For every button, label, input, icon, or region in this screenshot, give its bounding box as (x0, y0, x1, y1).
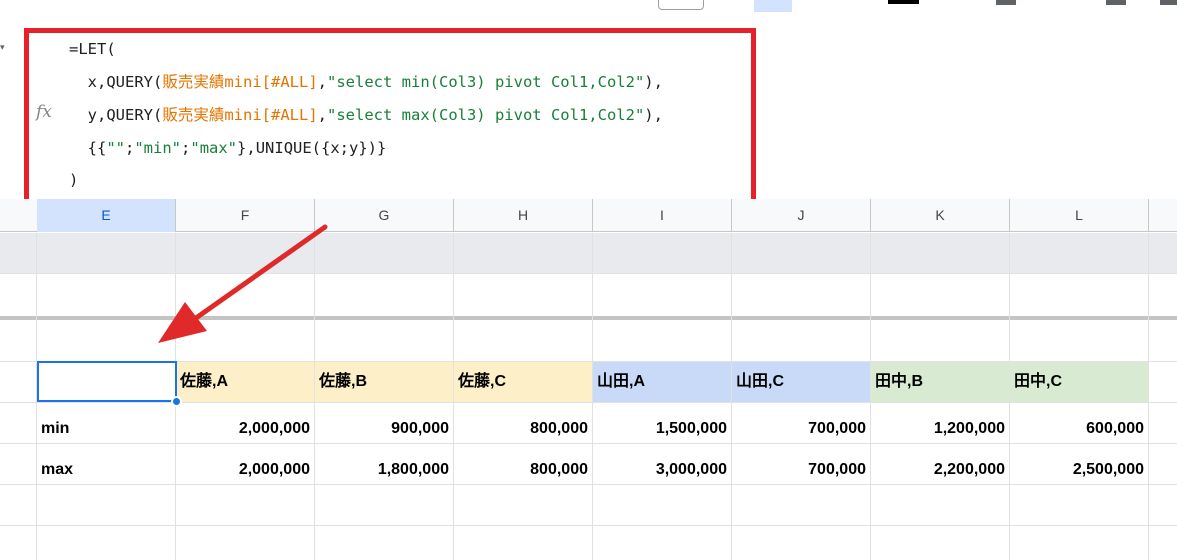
toolbar-active-button[interactable] (754, 0, 792, 12)
column-header-f[interactable]: F (176, 199, 315, 232)
row-gridline (0, 273, 1177, 274)
row-gridline (0, 525, 1177, 526)
table-header-cell[interactable]: 田中,C (1010, 362, 1148, 402)
name-box-chevron-icon[interactable]: ▾ (0, 42, 5, 53)
value-cell[interactable]: 2,500,000 (1010, 450, 1148, 490)
column-header-i[interactable]: I (593, 199, 732, 232)
value-cell[interactable]: 600,000 (1010, 409, 1148, 449)
table-header-cell[interactable]: 佐藤,A (176, 362, 314, 402)
text-color-swatch[interactable] (888, 0, 919, 4)
toolbar (0, 0, 1177, 12)
value-cell[interactable]: 1,800,000 (315, 450, 453, 490)
table-header-cell[interactable]: 山田,C (732, 362, 870, 402)
column-header-l[interactable]: L (1010, 199, 1149, 232)
wrap-icon[interactable] (1160, 0, 1177, 5)
value-cell[interactable]: 900,000 (315, 409, 453, 449)
row-label-cell[interactable]: min (37, 409, 175, 449)
column-header-k[interactable]: K (871, 199, 1010, 232)
frozen-row-band (0, 233, 1177, 273)
borders-icon[interactable] (996, 0, 1016, 5)
value-cell[interactable]: 1,500,000 (593, 409, 731, 449)
column-header-g[interactable]: G (315, 199, 454, 232)
fill-handle[interactable] (171, 396, 182, 407)
freeze-divider[interactable] (0, 316, 1177, 320)
value-cell[interactable]: 800,000 (454, 409, 592, 449)
row-label-cell[interactable]: max (37, 450, 175, 490)
table-header-cell[interactable]: 田中,B (871, 362, 1009, 402)
value-cell[interactable]: 700,000 (732, 450, 870, 490)
column-header-e[interactable]: E (37, 199, 176, 232)
value-cell[interactable]: 2,200,000 (871, 450, 1009, 490)
selected-cell[interactable] (37, 361, 177, 402)
value-cell[interactable]: 700,000 (732, 409, 870, 449)
table-header-cell[interactable]: 山田,A (593, 362, 731, 402)
value-cell[interactable]: 800,000 (454, 450, 592, 490)
arrow-head (158, 302, 207, 343)
column-header-j[interactable]: J (732, 199, 871, 232)
font-size-box[interactable] (658, 0, 704, 10)
column-header-h[interactable]: H (454, 199, 593, 232)
value-cell[interactable]: 2,000,000 (176, 450, 314, 490)
table-header-cell[interactable]: 佐藤,B (315, 362, 453, 402)
value-cell[interactable]: 1,200,000 (871, 409, 1009, 449)
value-cell[interactable]: 3,000,000 (593, 450, 731, 490)
align-icon[interactable] (1106, 0, 1126, 5)
value-cell[interactable]: 2,000,000 (176, 409, 314, 449)
highlight-box (24, 28, 756, 212)
table-header-cell[interactable]: 佐藤,C (454, 362, 592, 402)
column-gridline (1148, 233, 1149, 560)
